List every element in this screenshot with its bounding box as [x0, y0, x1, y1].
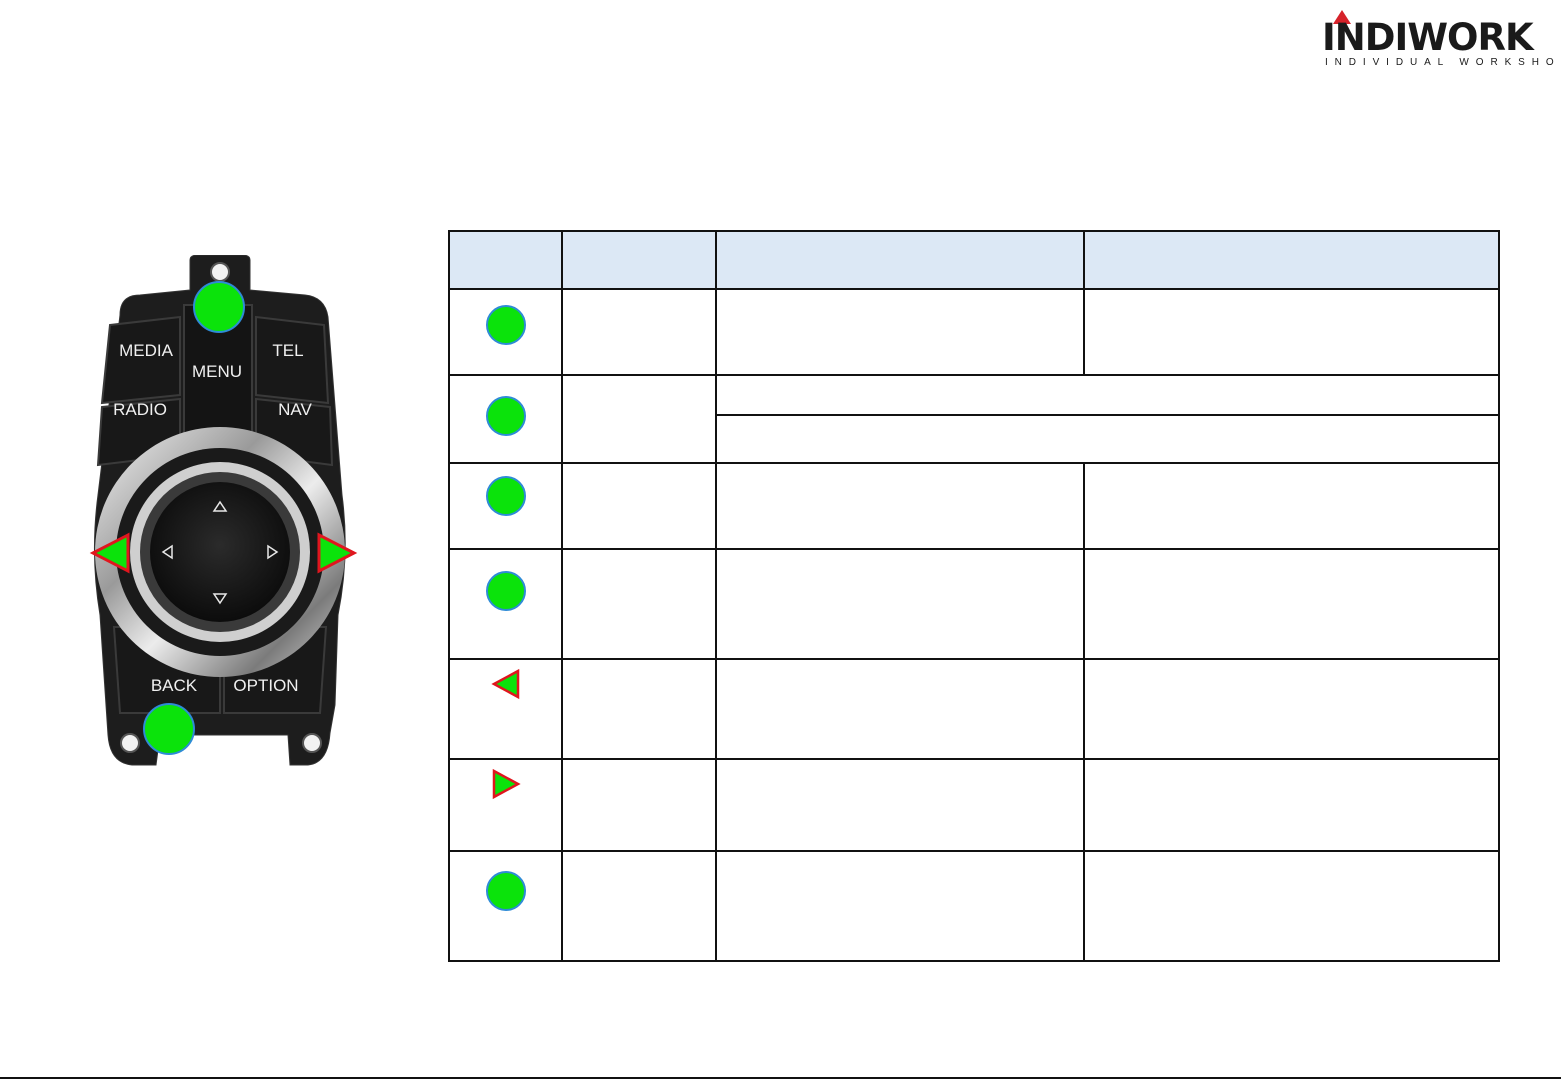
nav-button-label: NAV	[278, 400, 312, 419]
table-cell	[715, 414, 1500, 464]
table-row	[448, 850, 1500, 962]
marker-cell	[448, 758, 563, 852]
header-cell-function-b	[1083, 230, 1500, 290]
table-cell	[561, 850, 717, 962]
table-row	[448, 658, 1500, 760]
table-cell	[1083, 758, 1500, 852]
green-dot-icon	[485, 871, 526, 911]
table-cell	[1083, 658, 1500, 760]
marker-cell	[448, 288, 563, 376]
header-cell-function-a	[715, 230, 1085, 290]
idrive-controller-image: MEDIA MENU TEL RADIO NAV BACK OPTION	[89, 255, 358, 766]
green-dot-icon	[485, 396, 526, 436]
tel-button-label: TEL	[272, 341, 303, 360]
table-cell	[1083, 548, 1500, 660]
table-cell	[715, 374, 1500, 416]
menu-marker-icon	[193, 281, 245, 333]
left-triangle-icon	[490, 668, 519, 700]
marker-cell	[448, 658, 563, 760]
table-cell	[715, 758, 1085, 852]
marker-cell	[448, 374, 563, 464]
table-row	[448, 758, 1500, 852]
header-cell-marker	[448, 230, 563, 290]
table-cell	[561, 548, 717, 660]
table-cell	[561, 374, 717, 464]
marker-cell	[448, 462, 563, 550]
media-button-label: MEDIA	[119, 341, 174, 360]
marker-cell	[448, 850, 563, 962]
menu-button-label: MENU	[192, 362, 242, 381]
table-cell	[561, 658, 717, 760]
table-header-row	[448, 230, 1500, 290]
option-button-label: OPTION	[233, 676, 298, 695]
table-cell	[561, 462, 717, 550]
indiwork-logo: INDIWORK INDIVIDUAL WORKSHOP	[1322, 10, 1561, 70]
table-row	[448, 288, 1500, 376]
right-triangle-icon	[492, 768, 521, 800]
table-cell	[1083, 288, 1500, 376]
table-row	[448, 462, 1500, 550]
back-button-label: BACK	[151, 676, 198, 695]
logo-tagline: INDIVIDUAL WORKSHOP	[1325, 57, 1561, 68]
table-row	[448, 548, 1500, 660]
table-cell	[715, 850, 1085, 962]
back-marker-icon	[143, 703, 195, 755]
green-dot-icon	[485, 571, 526, 611]
table-cell	[715, 658, 1085, 760]
marker-cell	[448, 548, 563, 660]
table-cell	[715, 288, 1085, 376]
green-dot-icon	[485, 476, 526, 516]
page-bottom-divider	[0, 1077, 1561, 1079]
logo-wordmark: INDIWORK	[1322, 16, 1534, 59]
table-cell	[715, 548, 1085, 660]
table-cell	[1083, 850, 1500, 962]
header-cell-button	[561, 230, 717, 290]
table-cell	[715, 462, 1085, 550]
radio-button-label: RADIO	[113, 400, 167, 419]
table-cell	[561, 288, 717, 376]
table-cell	[561, 758, 717, 852]
table-row	[448, 374, 1500, 464]
table-cell	[1083, 462, 1500, 550]
green-dot-icon	[485, 305, 526, 345]
function-table	[448, 230, 1500, 962]
